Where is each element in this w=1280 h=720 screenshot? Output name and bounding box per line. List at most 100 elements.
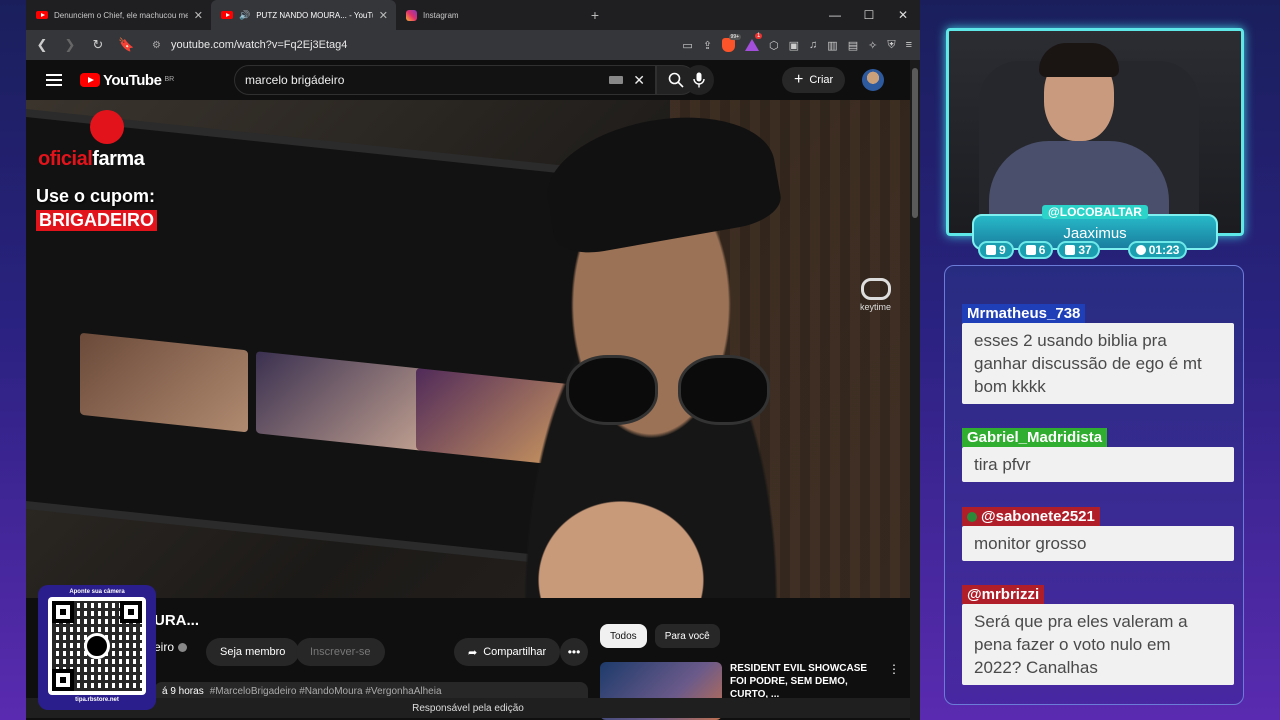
leo-ai-icon[interactable]: ✧ bbox=[868, 39, 877, 52]
account-avatar[interactable] bbox=[862, 69, 884, 91]
create-button[interactable]: + Criar bbox=[782, 67, 846, 93]
search-query: marcelo brigádeiro bbox=[245, 73, 345, 87]
window-controls: — ☐ ✕ bbox=[818, 0, 920, 30]
tab-instagram[interactable]: Instagram bbox=[396, 0, 581, 30]
join-button[interactable]: Seja membro bbox=[206, 638, 300, 666]
stat-value: 37 bbox=[1078, 243, 1092, 257]
page-scrollbar[interactable] bbox=[910, 60, 920, 720]
browser-window: Denunciem o Chief, ele machucou meus sen… bbox=[26, 0, 920, 720]
youtube-icon bbox=[221, 11, 233, 19]
share-label: Compartilhar bbox=[483, 646, 547, 658]
youtube-logo[interactable]: YouTube BR bbox=[80, 72, 174, 89]
tab-putz-nando[interactable]: 🔊 PUTZ NANDO MOURA... - YouTube ✕ bbox=[211, 0, 396, 30]
chip-todos[interactable]: Todos bbox=[600, 624, 647, 648]
new-tab-button[interactable]: + bbox=[585, 7, 605, 23]
tab-denunciem[interactable]: Denunciem o Chief, ele machucou meus sen… bbox=[26, 0, 211, 30]
bookmark-icon[interactable]: 🔖 bbox=[118, 37, 134, 53]
thumbnail-image bbox=[80, 332, 248, 433]
qr-overlay: Aponte sua câmera tipa.rbstore.net bbox=[38, 585, 156, 710]
channel-name[interactable]: eiro bbox=[154, 640, 188, 654]
hamburger-menu-icon[interactable] bbox=[46, 74, 62, 86]
watermark-text: keytime bbox=[860, 302, 892, 312]
close-icon[interactable]: ✕ bbox=[194, 9, 203, 22]
share-button[interactable]: ➦ Compartilhar bbox=[454, 638, 561, 666]
stream-uptime: 01:23 bbox=[1127, 241, 1188, 259]
description-tags[interactable]: #MarceloBrigadeiro #NandoMoura #Vergonha… bbox=[210, 686, 442, 697]
maximize-button[interactable]: ☐ bbox=[852, 0, 886, 30]
qr-finder bbox=[52, 601, 74, 623]
recommendation-chips: Todos Para você bbox=[600, 624, 720, 648]
share-icon[interactable]: ⇪ bbox=[703, 39, 712, 52]
promo-brand-b: farma bbox=[92, 148, 145, 170]
qr-bottom-text: tipa.rbstore.net bbox=[75, 697, 119, 703]
oficialfarma-logo-icon bbox=[90, 110, 124, 144]
tab-search-icon[interactable]: ▣ bbox=[789, 39, 799, 52]
more-actions-button[interactable]: ••• bbox=[560, 638, 588, 666]
wallet-icon[interactable]: ▤ bbox=[848, 39, 858, 52]
stat-value: 01:23 bbox=[1148, 243, 1180, 257]
keytime-logo-icon bbox=[860, 278, 891, 300]
brave-rewards-icon[interactable]: 1 bbox=[745, 33, 763, 51]
back-icon[interactable]: ❮ bbox=[34, 37, 50, 53]
menu-icon[interactable]: ≡ bbox=[906, 39, 912, 51]
media-icon[interactable]: ♫ bbox=[809, 39, 817, 51]
viewer-stats: 9 6 37 01:23 bbox=[978, 241, 1188, 259]
video-player[interactable]: oficialfarma Use o cupom: BRIGADEIRO key… bbox=[26, 100, 910, 598]
chat-message: Mrmatheus_738 esses 2 usando biblia pra … bbox=[962, 304, 1234, 404]
youtube-logo-text: YouTube bbox=[103, 71, 162, 89]
close-icon[interactable]: ✕ bbox=[379, 9, 388, 22]
voice-search-button[interactable] bbox=[684, 65, 714, 95]
site-settings-icon[interactable]: ⚙ bbox=[152, 40, 161, 51]
youtube-icon bbox=[1025, 245, 1036, 255]
chat-message: @mrbrizzi Será que pra eles valeram a pe… bbox=[962, 585, 1234, 685]
chat-text: esses 2 usando biblia pra ganhar discuss… bbox=[962, 323, 1234, 404]
chat-username: @mrbrizzi bbox=[962, 585, 1045, 604]
youtube-play-icon bbox=[80, 73, 100, 87]
youtube-viewers: 6 bbox=[1017, 241, 1054, 259]
keytime-watermark: keytime bbox=[860, 278, 891, 312]
sidebar-icon[interactable]: ▥ bbox=[827, 39, 837, 52]
chat-text: monitor grosso bbox=[962, 526, 1234, 561]
status-bar: Responsável pela edição bbox=[26, 698, 910, 718]
search-input[interactable]: marcelo brigádeiro ✕ bbox=[234, 65, 656, 95]
cast-icon[interactable]: ▭ bbox=[682, 39, 692, 52]
address-bar[interactable]: ⚙ youtube.com/watch?v=Fq2Ej3Etag4 ▭ ⇪ 99… bbox=[146, 33, 912, 56]
streamer-name: Jaaximus bbox=[1063, 225, 1127, 242]
chat-text: tira pfvr bbox=[962, 447, 1234, 482]
plus-icon: + bbox=[794, 71, 804, 88]
extensions-icon[interactable]: ⬡ bbox=[769, 39, 779, 52]
subscribe-button[interactable]: Inscrever-se bbox=[296, 638, 385, 666]
promo-brand-a: oficial bbox=[38, 148, 93, 170]
instagram-icon bbox=[406, 9, 417, 21]
promo-line: Use o cupom: bbox=[36, 186, 156, 206]
scrollbar-thumb[interactable] bbox=[912, 68, 918, 218]
streamer-handle: @LOCOBALTAR bbox=[1042, 205, 1148, 219]
qr-code bbox=[48, 597, 146, 695]
forward-icon[interactable]: ❯ bbox=[62, 37, 78, 53]
stat-value: 9 bbox=[999, 243, 1006, 257]
reload-icon[interactable]: ↻ bbox=[90, 37, 106, 53]
chat-message: Gabriel_Madridista tira pfvr bbox=[962, 428, 1234, 482]
promo-brand: oficialfarma bbox=[38, 148, 145, 171]
chat-message: @sabonete2521 monitor grosso bbox=[962, 507, 1234, 561]
speaker-icon[interactable]: 🔊 bbox=[239, 10, 250, 21]
youtube-header: YouTube BR marcelo brigádeiro ✕ + Criar bbox=[26, 60, 910, 100]
kick-icon bbox=[1065, 245, 1076, 255]
close-window-button[interactable]: ✕ bbox=[886, 0, 920, 30]
brave-shields-icon[interactable]: 99+ bbox=[722, 34, 742, 52]
video-title: URA... bbox=[154, 612, 199, 629]
chip-para-voce[interactable]: Para você bbox=[654, 624, 720, 648]
thumbnail-image bbox=[256, 351, 424, 451]
moderator-icon bbox=[967, 512, 977, 522]
pointing-hand bbox=[516, 480, 726, 598]
minimize-button[interactable]: — bbox=[818, 0, 852, 30]
chat-username-wrap: @sabonete2521 bbox=[962, 507, 1100, 526]
stat-value: 6 bbox=[1038, 243, 1046, 257]
twitch-viewers: 9 bbox=[978, 241, 1014, 259]
tab-title: PUTZ NANDO MOURA... - YouTube bbox=[256, 10, 373, 20]
create-label: Criar bbox=[809, 74, 834, 86]
keyboard-icon[interactable] bbox=[609, 76, 624, 84]
vpn-icon[interactable]: ⛨ bbox=[887, 39, 895, 52]
microphone-icon bbox=[84, 633, 110, 659]
clear-search-icon[interactable]: ✕ bbox=[633, 72, 645, 89]
